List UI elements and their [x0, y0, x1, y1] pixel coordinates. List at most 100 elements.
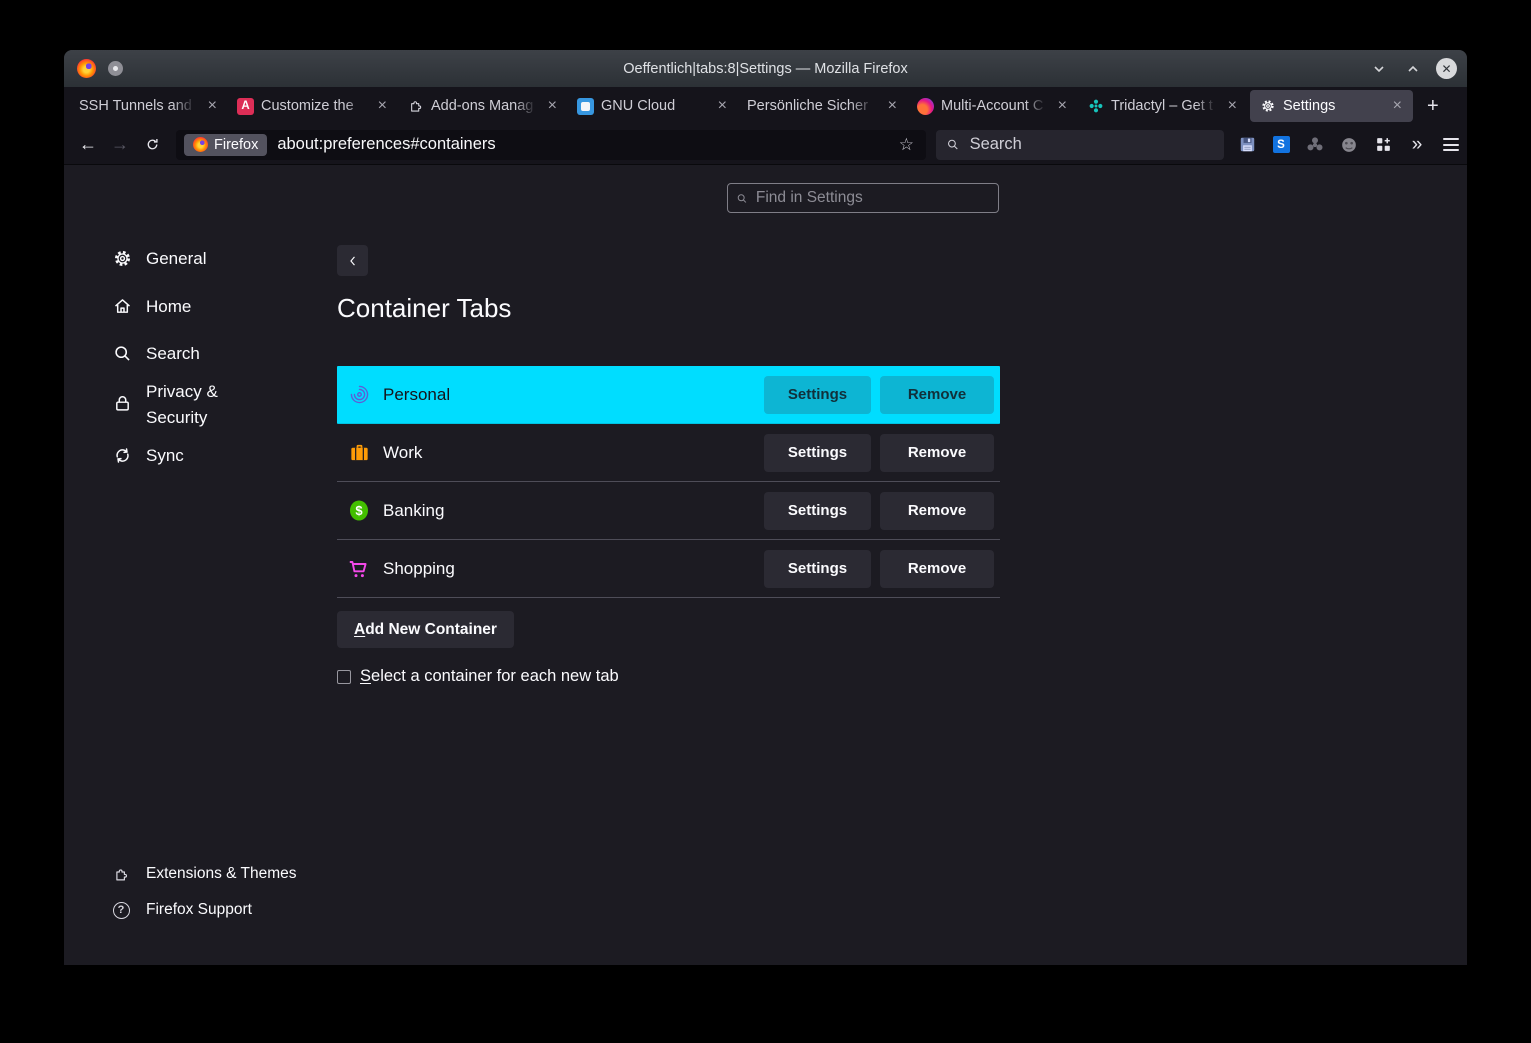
container-settings-button[interactable]: Settings: [764, 434, 871, 472]
titlebar[interactable]: Oeffentlich|tabs:8|Settings — Mozilla Fi…: [64, 50, 1467, 87]
window-controls: ✕: [1368, 50, 1457, 87]
extensions-themes-link[interactable]: Extensions & Themes: [112, 865, 296, 883]
footer-link-label: Firefox Support: [146, 901, 252, 919]
save-page-extension-button[interactable]: [1236, 134, 1258, 156]
home-icon: [112, 296, 133, 317]
animal-extension-button[interactable]: [1338, 134, 1360, 156]
maximize-button[interactable]: [1402, 58, 1424, 80]
url-bar[interactable]: Firefox about:preferences#containers ☆: [176, 130, 926, 160]
puzzle-piece-icon: [407, 98, 424, 115]
site-identity-label: Firefox: [214, 137, 258, 153]
checkbox[interactable]: [337, 670, 351, 684]
tab-label: Settings: [1283, 98, 1384, 114]
window-title: Oeffentlich|tabs:8|Settings — Mozilla Fi…: [64, 61, 1467, 77]
sidebar-item-home[interactable]: Home: [112, 294, 242, 320]
tridactyl-extension-button[interactable]: [1304, 134, 1326, 156]
s-extension-icon: S: [1273, 136, 1290, 153]
fingerprint-icon: [347, 383, 371, 407]
tab-label: Customize the: [261, 98, 369, 114]
search-icon: [112, 343, 133, 364]
container-list: Personal Settings Remove Work Settings R…: [337, 366, 1000, 598]
tab-close-icon[interactable]: ×: [716, 96, 729, 116]
tab-persoenliche-sicherheit[interactable]: Persönliche Sicher ×: [738, 87, 908, 125]
navigation-toolbar: ← → Firefox about:preferences#containers…: [64, 125, 1467, 165]
tab-ssh-tunnels[interactable]: SSH Tunnels and M ×: [70, 87, 228, 125]
tab-settings-active[interactable]: Settings ×: [1250, 90, 1413, 122]
tab-close-icon[interactable]: ×: [886, 96, 899, 116]
container-row-banking[interactable]: $ Banking Settings Remove: [337, 482, 1000, 540]
sidebar-item-privacy-security[interactable]: Privacy & Security: [112, 379, 242, 431]
hamburger-icon: [1443, 138, 1459, 151]
container-remove-button[interactable]: Remove: [880, 376, 994, 414]
sidebar-item-general[interactable]: General: [112, 246, 242, 272]
container-settings-button[interactable]: Settings: [764, 492, 871, 530]
new-tab-button[interactable]: +: [1415, 96, 1451, 116]
tab-label: Add-ons Manag: [431, 98, 539, 114]
container-remove-button[interactable]: Remove: [880, 434, 994, 472]
tab-customize[interactable]: A Customize the ×: [228, 87, 398, 125]
container-remove-button[interactable]: Remove: [880, 492, 994, 530]
container-row-personal[interactable]: Personal Settings Remove: [337, 366, 1000, 424]
sidebar-label: Search: [146, 341, 242, 367]
tab-gnu-cloud[interactable]: GNU Cloud ×: [568, 87, 738, 125]
sidebar-item-search[interactable]: Search: [112, 341, 242, 367]
multi-account-containers-icon: [917, 98, 934, 115]
close-button[interactable]: ✕: [1436, 58, 1457, 79]
container-remove-button[interactable]: Remove: [880, 550, 994, 588]
bookmark-star-icon[interactable]: ☆: [895, 135, 918, 155]
close-icon: ✕: [1441, 62, 1451, 76]
pin-window-button[interactable]: [108, 61, 123, 76]
find-in-settings-input[interactable]: [754, 188, 990, 208]
sidebar-label: Home: [146, 294, 242, 320]
tab-multi-account[interactable]: Multi-Account C ×: [908, 87, 1078, 125]
add-new-container-button[interactable]: Add New Container: [337, 611, 514, 648]
overflow-menu-button[interactable]: »: [1406, 134, 1428, 156]
tab-label: Persönliche Sicher: [747, 98, 879, 114]
search-input[interactable]: [968, 134, 1214, 155]
dollar-glyph: $: [355, 503, 362, 518]
select-container-checkbox-row[interactable]: Select a container for each new tab: [337, 667, 619, 686]
frog-icon: [1339, 135, 1359, 155]
spinner-icon: [1305, 135, 1325, 155]
add-button-label: dd New Container: [365, 621, 497, 639]
tab-close-icon[interactable]: ×: [376, 96, 389, 116]
container-row-shopping[interactable]: Shopping Settings Remove: [337, 540, 1000, 598]
minimize-button[interactable]: [1368, 58, 1390, 80]
back-to-privacy-button[interactable]: [337, 245, 368, 276]
s-extension-button[interactable]: S: [1270, 134, 1292, 156]
find-in-settings-box[interactable]: [727, 183, 999, 213]
reload-button[interactable]: [136, 130, 168, 160]
tab-label: SSH Tunnels and M: [79, 98, 199, 114]
container-label: Personal: [383, 385, 764, 405]
tab-close-icon[interactable]: ×: [1391, 96, 1404, 116]
tab-close-icon[interactable]: ×: [1056, 96, 1069, 116]
tab-addons-manager[interactable]: Add-ons Manag ×: [398, 87, 568, 125]
container-label: Work: [383, 443, 764, 463]
tab-tridactyl[interactable]: Tridactyl – Get t ×: [1078, 87, 1248, 125]
cloud-app-icon: [577, 98, 594, 115]
container-row-work[interactable]: Work Settings Remove: [337, 424, 1000, 482]
container-settings-button[interactable]: Settings: [764, 376, 871, 414]
checkbox-accesskey: S: [360, 667, 371, 685]
chevron-left-icon: [346, 254, 360, 268]
back-button[interactable]: ←: [72, 130, 104, 160]
settings-page: General Home Search Privacy & Security: [64, 165, 1467, 965]
tab-close-icon[interactable]: ×: [206, 96, 219, 116]
forward-button: →: [104, 130, 136, 160]
url-text[interactable]: about:preferences#containers: [277, 135, 894, 154]
footer-link-label: Extensions & Themes: [146, 865, 296, 883]
help-icon: ?: [112, 901, 130, 919]
tab-close-icon[interactable]: ×: [1226, 96, 1239, 116]
containers-extension-button[interactable]: [1372, 134, 1394, 156]
search-bar[interactable]: [936, 130, 1224, 160]
tridactyl-icon: [1087, 98, 1104, 115]
briefcase-icon: [347, 441, 371, 465]
tab-close-icon[interactable]: ×: [546, 96, 559, 116]
sidebar-item-sync[interactable]: Sync: [112, 443, 242, 469]
app-menu-button[interactable]: [1440, 134, 1462, 156]
firefox-support-link[interactable]: ? Firefox Support: [112, 901, 252, 919]
reload-icon: [144, 136, 161, 153]
site-identity-badge[interactable]: Firefox: [184, 134, 267, 156]
container-settings-button[interactable]: Settings: [764, 550, 871, 588]
sidebar-label: Sync: [146, 443, 242, 469]
